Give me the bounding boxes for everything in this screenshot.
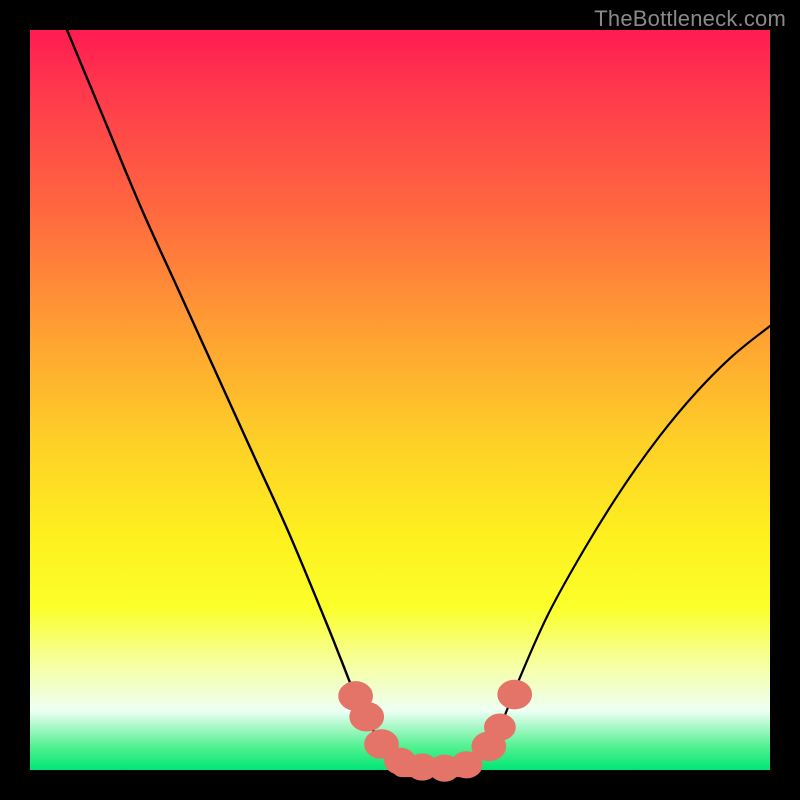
plot-area	[30, 30, 770, 770]
trough-marker	[350, 702, 384, 731]
bottleneck-curve-svg	[30, 30, 770, 770]
trough-markers	[339, 680, 532, 781]
watermark-text: TheBottleneck.com	[594, 6, 786, 32]
curve-left-branch	[67, 30, 444, 769]
curve-group	[67, 30, 770, 769]
curve-right-branch	[444, 326, 770, 769]
chart-frame: TheBottleneck.com	[0, 0, 800, 800]
trough-marker	[498, 680, 532, 709]
trough-marker	[485, 714, 516, 740]
